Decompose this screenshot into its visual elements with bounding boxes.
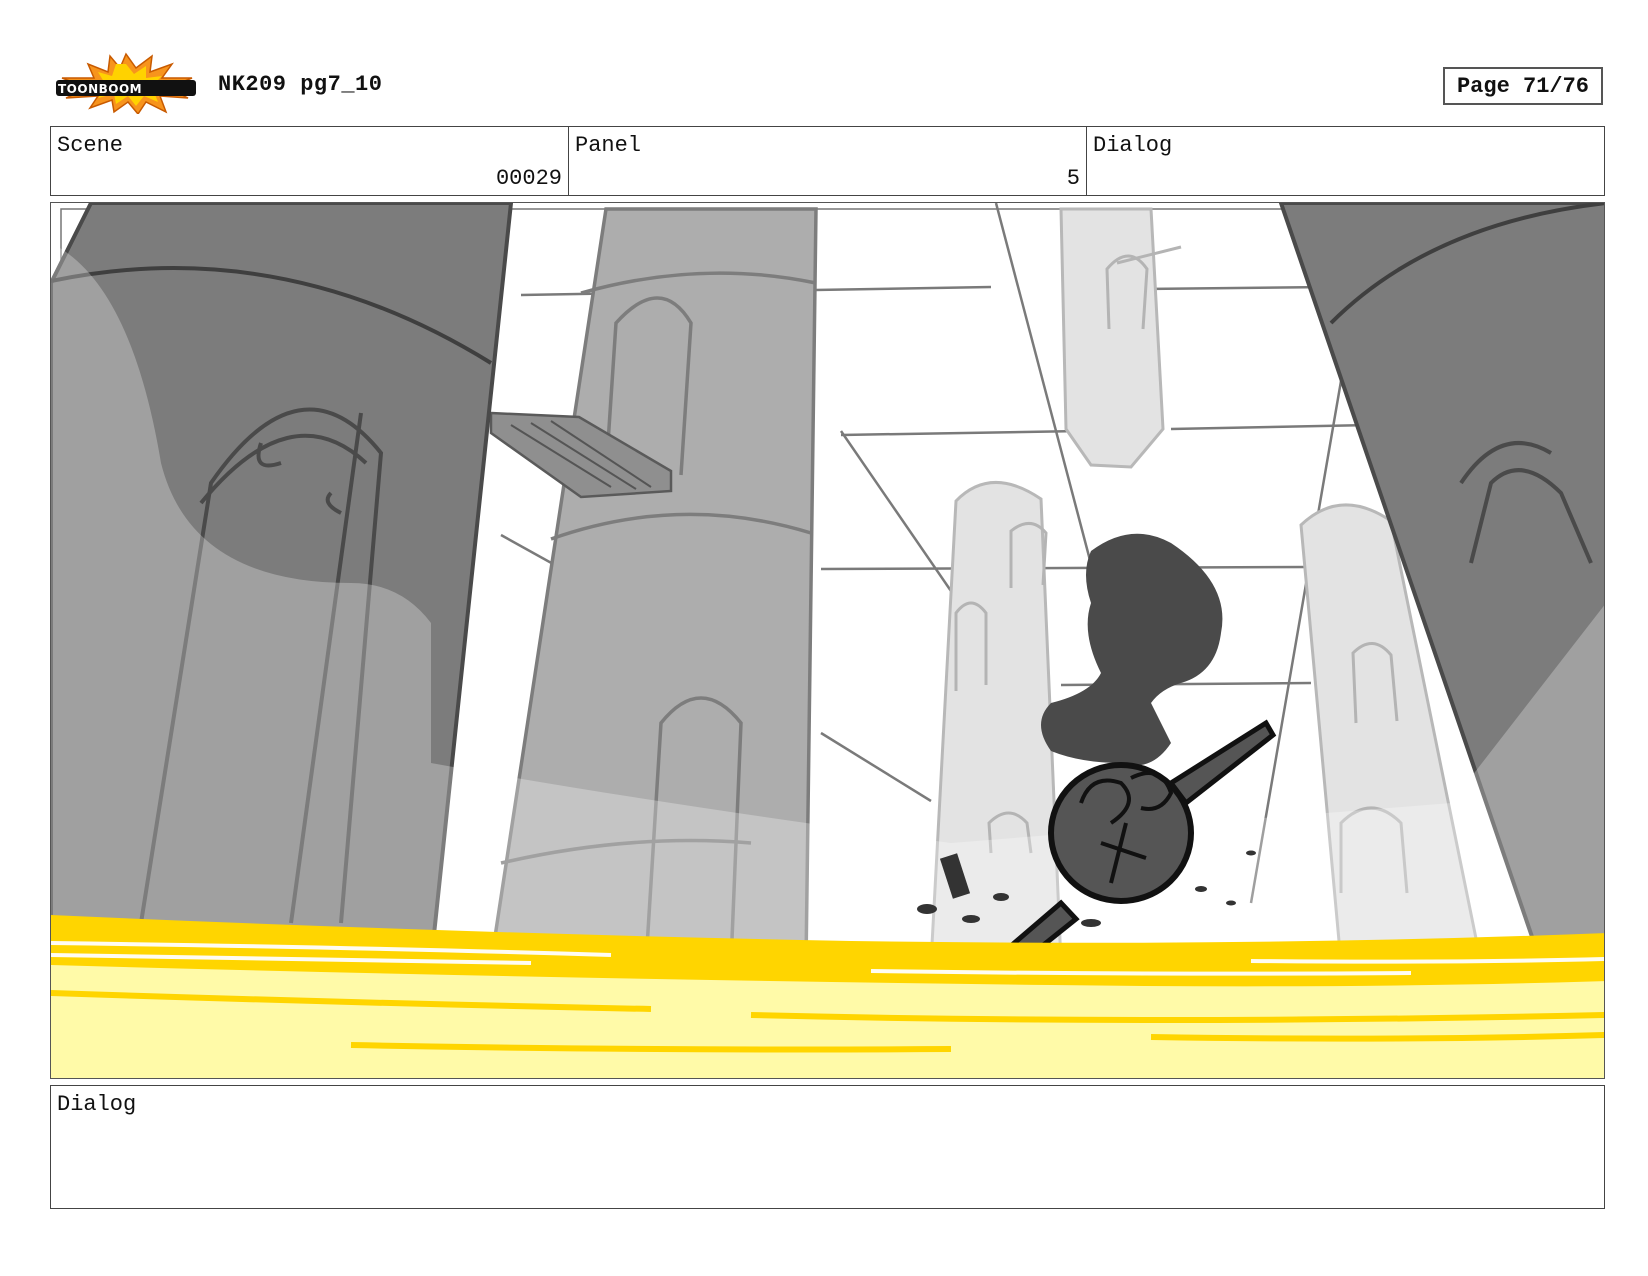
panel-cell: Panel 5 xyxy=(569,127,1087,195)
panel-label: Panel xyxy=(575,133,642,158)
storyboard-info-row: Scene 00029 Panel 5 Dialog xyxy=(50,126,1605,196)
storyboard-panel-image xyxy=(50,202,1605,1079)
logo-wordmark: TOONBOOM xyxy=(58,82,143,96)
scene-number: 00029 xyxy=(495,166,562,191)
toonboom-logo: TOONBOOM xyxy=(54,52,198,116)
dialog-label: Dialog xyxy=(57,1092,137,1117)
dialog-header-label: Dialog xyxy=(1093,133,1173,158)
panel-number: 5 xyxy=(1066,166,1080,191)
document-title: NK209 pg7_10 xyxy=(218,72,383,97)
scene-label: Scene xyxy=(57,133,124,158)
dialog-box: Dialog xyxy=(50,1085,1605,1209)
page-indicator: Page 71/76 xyxy=(1443,67,1603,105)
scene-cell: Scene 00029 xyxy=(51,127,569,195)
dialog-cell: Dialog xyxy=(1087,127,1604,195)
